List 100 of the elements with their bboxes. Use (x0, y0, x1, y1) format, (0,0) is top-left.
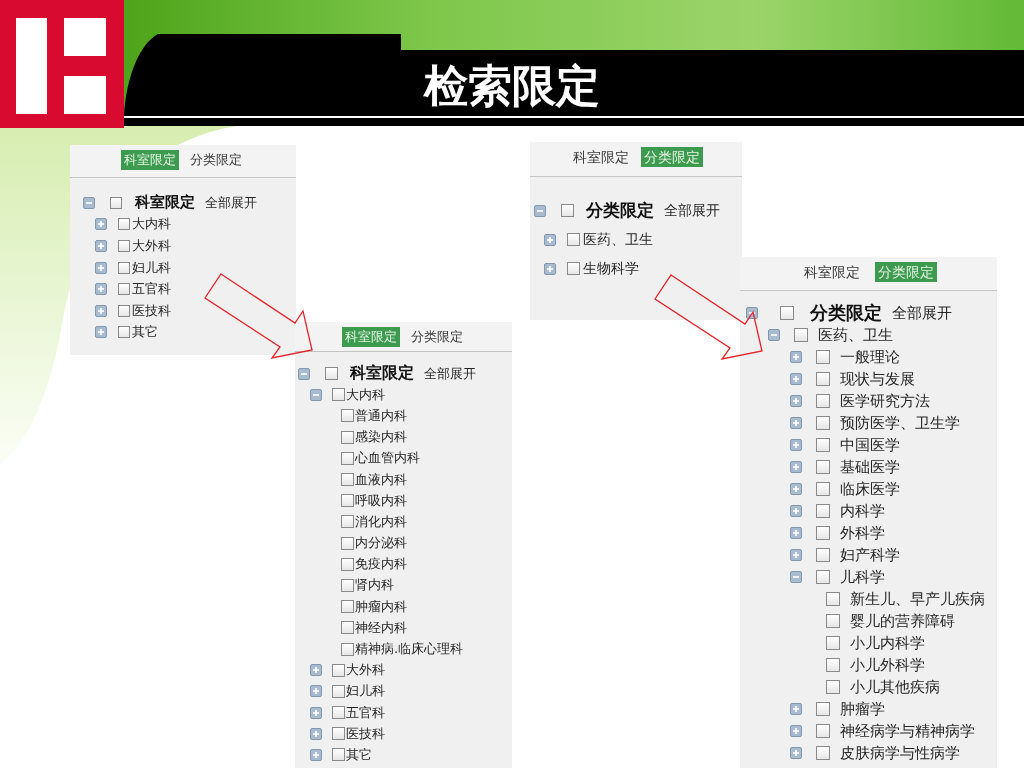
checkbox[interactable] (826, 680, 840, 694)
checkbox[interactable] (816, 504, 830, 518)
checkbox[interactable] (816, 724, 830, 738)
plus-icon[interactable] (790, 747, 802, 759)
tree-item-label[interactable]: 生物科学 (583, 259, 639, 278)
checkbox[interactable] (816, 548, 830, 562)
checkbox[interactable] (341, 621, 354, 635)
tree-item-label[interactable]: 妇产科学 (840, 545, 900, 565)
checkbox[interactable] (341, 557, 354, 571)
checkbox[interactable] (332, 663, 345, 677)
tree-item-label[interactable]: 大内科 (346, 385, 385, 404)
tree-root-label[interactable]: 科室限定 (135, 193, 195, 213)
tree-item-label[interactable]: 消化内科 (355, 512, 407, 531)
checkbox[interactable] (826, 636, 840, 650)
checkbox[interactable] (341, 578, 354, 592)
minus-icon[interactable] (790, 571, 802, 583)
checkbox[interactable] (816, 416, 830, 430)
plus-icon[interactable] (95, 326, 107, 339)
plus-icon[interactable] (790, 417, 802, 429)
checkbox[interactable] (816, 746, 830, 760)
checkbox[interactable] (826, 614, 840, 628)
tree-item-label[interactable]: 皮肤病学与性病学 (840, 743, 960, 763)
checkbox[interactable] (816, 394, 830, 408)
plus-icon[interactable] (310, 685, 322, 698)
checkbox[interactable] (780, 306, 794, 320)
tree-item-label[interactable]: 医技科 (132, 301, 171, 320)
minus-icon[interactable] (534, 204, 546, 217)
plus-icon[interactable] (95, 304, 107, 317)
checkbox[interactable] (332, 706, 345, 720)
minus-icon[interactable] (310, 388, 322, 401)
plus-icon[interactable] (95, 261, 107, 274)
checkbox[interactable] (332, 684, 345, 698)
tree-item-label[interactable]: 小儿外科学 (850, 655, 925, 675)
checkbox[interactable] (341, 409, 354, 423)
tree-item-label[interactable]: 临床医学 (840, 479, 900, 499)
tree-item-label[interactable]: 外科学 (840, 523, 885, 543)
tree-item-label[interactable]: 其它 (346, 745, 372, 764)
expand-all-link[interactable]: 全部展开 (424, 364, 476, 383)
minus-icon[interactable] (83, 196, 95, 209)
tree-item-label[interactable]: 医技科 (346, 724, 385, 743)
tree-item-label[interactable]: 医学研究方法 (840, 391, 930, 411)
checkbox[interactable] (341, 515, 354, 529)
plus-icon[interactable] (95, 218, 107, 231)
checkbox[interactable] (341, 430, 354, 444)
minus-icon[interactable] (298, 367, 310, 380)
tree-item-label[interactable]: 肿瘤内科 (355, 597, 407, 616)
plus-icon[interactable] (790, 527, 802, 539)
tab[interactable]: 分类限定 (407, 327, 466, 347)
plus-icon[interactable] (544, 262, 556, 275)
checkbox[interactable] (325, 367, 338, 381)
checkbox[interactable] (341, 642, 354, 656)
plus-icon[interactable] (95, 240, 107, 252)
tree-item-label[interactable]: 普通内科 (355, 406, 407, 425)
plus-icon[interactable] (310, 748, 322, 761)
tree-item-label[interactable]: 小儿内科学 (850, 633, 925, 653)
tree-item-label[interactable]: 妇儿科 (346, 682, 385, 701)
tab[interactable]: 分类限定 (187, 150, 245, 170)
tree-item-label[interactable]: 五官科 (132, 280, 171, 299)
checkbox[interactable] (341, 451, 354, 465)
plus-icon[interactable] (790, 703, 802, 715)
checkbox[interactable] (341, 473, 354, 487)
checkbox[interactable] (118, 240, 130, 252)
minus-icon[interactable] (746, 307, 758, 319)
tree-item-label[interactable]: 医药、卫生 (583, 230, 653, 249)
checkbox[interactable] (341, 600, 354, 614)
tab[interactable]: 科室限定 (569, 147, 632, 167)
tree-root-label[interactable]: 分类限定 (810, 301, 882, 325)
checkbox[interactable] (816, 438, 830, 452)
plus-icon[interactable] (790, 461, 802, 473)
tree-item-label[interactable]: 婴儿的营养障碍 (850, 611, 955, 631)
checkbox[interactable] (816, 570, 830, 584)
plus-icon[interactable] (790, 351, 802, 363)
checkbox[interactable] (118, 218, 130, 231)
checkbox[interactable] (118, 283, 130, 296)
tree-item-label[interactable]: 医药、卫生 (818, 325, 893, 345)
tree-item-label[interactable]: 血液内科 (355, 470, 407, 489)
checkbox[interactable] (816, 702, 830, 716)
checkbox[interactable] (110, 196, 122, 209)
tree-item-label[interactable]: 小儿其他疾病 (850, 677, 940, 697)
checkbox[interactable] (341, 536, 354, 550)
checkbox[interactable] (816, 350, 830, 364)
tree-item-label[interactable]: 内分泌科 (355, 534, 407, 553)
tree-item-label[interactable]: 肾内科 (355, 576, 394, 595)
checkbox[interactable] (332, 748, 345, 762)
tree-item-label[interactable]: 新生儿、早产儿疾病 (850, 589, 985, 609)
checkbox[interactable] (794, 328, 808, 342)
plus-icon[interactable] (544, 233, 556, 246)
checkbox[interactable] (816, 482, 830, 496)
plus-icon[interactable] (790, 505, 802, 517)
expand-all-link[interactable]: 全部展开 (664, 201, 720, 220)
tree-item-label[interactable]: 内科学 (840, 501, 885, 521)
checkbox[interactable] (816, 526, 830, 540)
checkbox[interactable] (816, 460, 830, 474)
checkbox[interactable] (561, 204, 574, 217)
tree-item-label[interactable]: 精神病.临床心理科 (355, 640, 464, 659)
plus-icon[interactable] (790, 439, 802, 451)
plus-icon[interactable] (310, 664, 322, 677)
plus-icon[interactable] (790, 725, 802, 737)
tree-item-label[interactable]: 感染内科 (355, 428, 407, 447)
tree-item-label[interactable]: 五官科 (346, 703, 385, 722)
